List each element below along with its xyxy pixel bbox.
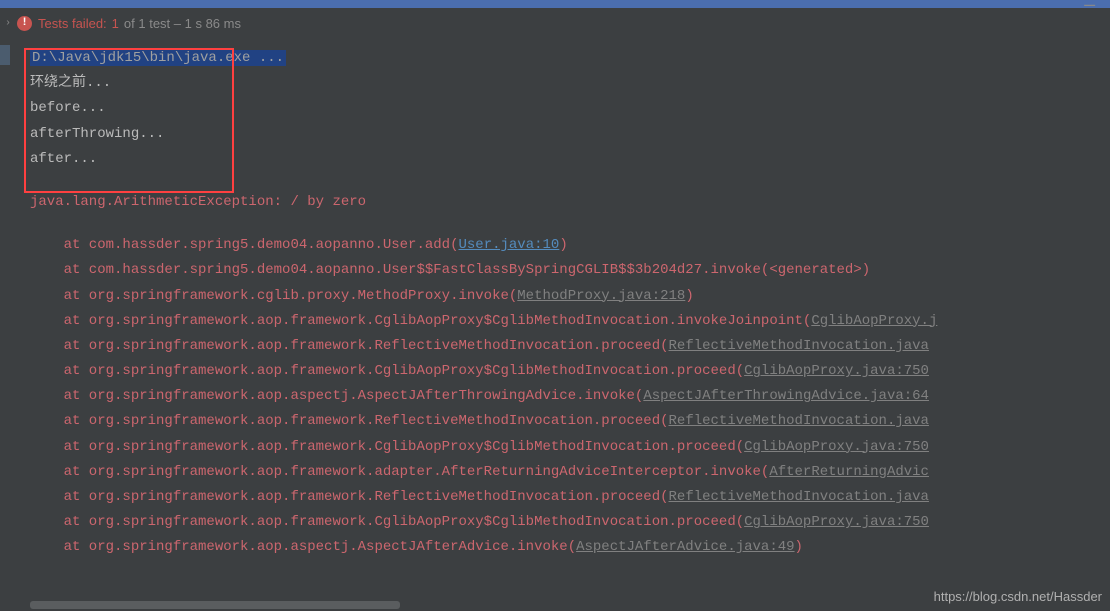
- output-line: after...: [30, 147, 1100, 172]
- stack-prefix: at com.hassder.spring5.demo04.aopanno.Us…: [30, 237, 458, 253]
- stack-frame: at com.hassder.spring5.demo04.aopanno.Us…: [30, 258, 1100, 283]
- stack-source-link[interactable]: ReflectiveMethodInvocation.java: [669, 413, 929, 429]
- horizontal-scrollbar[interactable]: [30, 601, 400, 609]
- stack-prefix: at org.springframework.aop.aspectj.Aspec…: [30, 539, 576, 555]
- status-detail: of 1 test – 1 s 86 ms: [124, 16, 241, 31]
- stack-frame: at org.springframework.aop.framework.Cgl…: [30, 359, 1100, 384]
- stack-suffix: ): [559, 237, 567, 253]
- console-output: D:\Java\jdk15\bin\java.exe ... 环绕之前... b…: [0, 38, 1110, 571]
- stack-frame: at com.hassder.spring5.demo04.aopanno.Us…: [30, 233, 1100, 258]
- stack-source-link[interactable]: AspectJAfterThrowingAdvice.java:64: [643, 388, 929, 404]
- test-fail-icon: !: [17, 16, 32, 31]
- stack-frame: at org.springframework.cglib.proxy.Metho…: [30, 284, 1100, 309]
- stack-source-link[interactable]: ReflectiveMethodInvocation.java: [669, 489, 929, 505]
- stack-source-link[interactable]: ReflectiveMethodInvocation.java: [669, 338, 929, 354]
- stack-source-link[interactable]: CglibAopProxy.java:750: [744, 439, 929, 455]
- stack-source-link[interactable]: CglibAopProxy.j: [811, 313, 937, 329]
- status-count: 1: [112, 16, 119, 31]
- output-line: before...: [30, 96, 1100, 121]
- stack-prefix: at org.springframework.aop.framework.Cgl…: [30, 313, 811, 329]
- stack-trace: at com.hassder.spring5.demo04.aopanno.Us…: [30, 233, 1100, 560]
- stack-prefix: at org.springframework.aop.framework.Ref…: [30, 413, 669, 429]
- stack-prefix: at com.hassder.spring5.demo04.aopanno.Us…: [30, 262, 870, 278]
- stack-prefix: at org.springframework.aop.framework.Cgl…: [30, 514, 744, 530]
- stack-frame: at org.springframework.aop.framework.Ref…: [30, 485, 1100, 510]
- stack-prefix: at org.springframework.aop.aspectj.Aspec…: [30, 388, 643, 404]
- stack-frame: at org.springframework.aop.framework.Cgl…: [30, 435, 1100, 460]
- exception-line: java.lang.ArithmeticException: / by zero: [30, 190, 1100, 215]
- stack-frame: at org.springframework.aop.framework.Ref…: [30, 334, 1100, 359]
- stack-prefix: at org.springframework.aop.framework.ada…: [30, 464, 769, 480]
- stack-frame: at org.springframework.aop.framework.ada…: [30, 460, 1100, 485]
- stack-prefix: at org.springframework.aop.framework.Ref…: [30, 338, 669, 354]
- java-cmd: D:\Java\jdk15\bin\java.exe ...: [30, 50, 286, 66]
- stack-suffix: ): [685, 288, 693, 304]
- stack-source-link[interactable]: CglibAopProxy.java:750: [744, 363, 929, 379]
- test-status-bar: › ! Tests failed: 1 of 1 test – 1 s 86 m…: [0, 8, 1110, 38]
- stack-prefix: at org.springframework.cglib.proxy.Metho…: [30, 288, 517, 304]
- stack-prefix: at org.springframework.aop.framework.Cgl…: [30, 363, 744, 379]
- watermark-text: https://blog.csdn.net/Hassder: [934, 589, 1102, 604]
- stack-frame: at org.springframework.aop.framework.Cgl…: [30, 510, 1100, 535]
- stack-frame: at org.springframework.aop.framework.Ref…: [30, 409, 1100, 434]
- top-bar: [0, 0, 1110, 8]
- stack-prefix: at org.springframework.aop.framework.Cgl…: [30, 439, 744, 455]
- chevron-right-icon[interactable]: ›: [5, 18, 11, 29]
- stack-source-link[interactable]: AspectJAfterAdvice.java:49: [576, 539, 794, 555]
- minimize-icon[interactable]: —: [1084, 0, 1095, 16]
- command-line: D:\Java\jdk15\bin\java.exe ...: [30, 46, 1100, 71]
- stack-prefix: at org.springframework.aop.framework.Ref…: [30, 489, 669, 505]
- test-status-text: Tests failed: 1 of 1 test – 1 s 86 ms: [38, 16, 241, 31]
- stack-source-link[interactable]: User.java:10: [458, 237, 559, 253]
- stack-frame: at org.springframework.aop.aspectj.Aspec…: [30, 384, 1100, 409]
- stack-source-link[interactable]: CglibAopProxy.java:750: [744, 514, 929, 530]
- status-label: Tests failed:: [38, 16, 107, 31]
- stack-frame: at org.springframework.aop.aspectj.Aspec…: [30, 535, 1100, 560]
- stack-source-link[interactable]: MethodProxy.java:218: [517, 288, 685, 304]
- output-line: afterThrowing...: [30, 122, 1100, 147]
- stack-suffix: ): [795, 539, 803, 555]
- stack-source-link[interactable]: AfterReturningAdvic: [769, 464, 929, 480]
- stack-frame: at org.springframework.aop.framework.Cgl…: [30, 309, 1100, 334]
- output-line: 环绕之前...: [30, 71, 1100, 96]
